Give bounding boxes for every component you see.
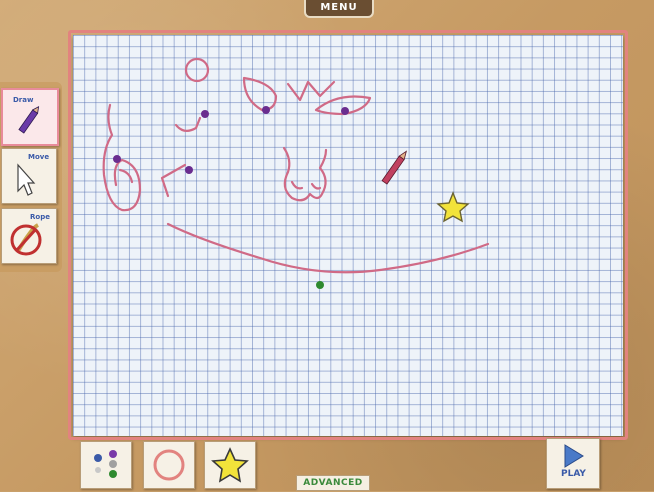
drawn-ear — [102, 103, 142, 212]
crayon-cursor-icon — [381, 150, 407, 185]
play-icon — [564, 444, 584, 468]
pins-icon — [94, 450, 117, 478]
star-icon — [211, 447, 249, 483]
drawn-nose — [282, 146, 328, 202]
play-button[interactable]: PLAY — [546, 438, 600, 489]
pin-green — [316, 281, 324, 289]
move-tool-button[interactable]: Move — [1, 148, 57, 204]
pin-purple — [201, 110, 209, 118]
crayon-icon — [18, 105, 40, 134]
pin-purple — [185, 166, 193, 174]
arrow-cursor-icon — [17, 163, 36, 196]
drawn-mouth — [166, 222, 490, 274]
pin-purple — [262, 106, 270, 114]
drawn-hook — [174, 116, 202, 132]
rope-tool-button[interactable]: Rope — [1, 208, 57, 264]
star-tool-button[interactable] — [204, 441, 256, 489]
pins-tool-button[interactable] — [80, 441, 132, 489]
drawn-brows — [286, 80, 336, 102]
circle-tool-button[interactable] — [143, 441, 195, 489]
pin-purple — [341, 107, 349, 115]
draw-tool-button[interactable]: Draw — [1, 88, 59, 146]
crayon-drawing — [102, 57, 490, 289]
goal-star-icon — [436, 191, 470, 223]
advanced-mode-button[interactable]: ADVANCED — [296, 475, 370, 491]
circle-icon — [153, 449, 185, 481]
rope-disabled-icon — [10, 223, 42, 256]
drawn-left-eye — [242, 76, 278, 112]
play-label: PLAY — [561, 469, 586, 479]
rope-tool-label: Rope — [30, 213, 50, 221]
pin-purple — [113, 155, 121, 163]
move-tool-label: Move — [28, 153, 50, 161]
drawn-bracket — [160, 163, 187, 198]
drawn-circle — [184, 57, 210, 83]
